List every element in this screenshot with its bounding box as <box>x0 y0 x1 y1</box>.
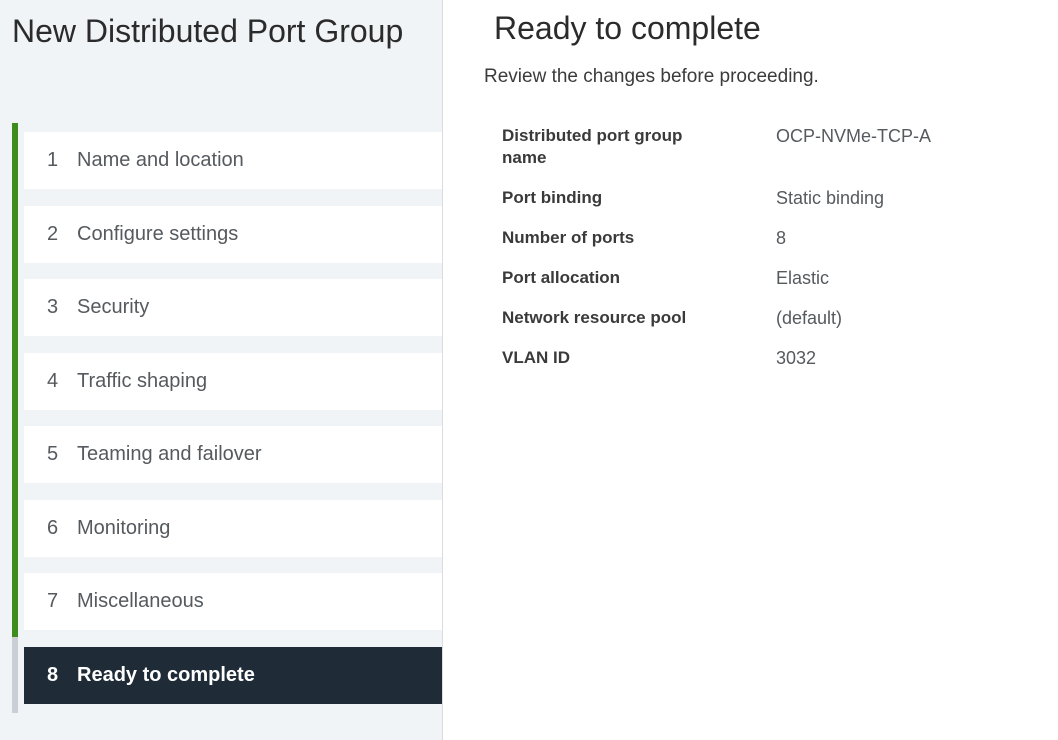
step-miscellaneous[interactable]: 7 Miscellaneous <box>24 573 442 630</box>
step-name-and-location[interactable]: 1 Name and location <box>24 132 442 189</box>
summary-label: Port allocation <box>502 268 621 287</box>
summary-row-network-resource-pool: Network resource pool (default) <box>502 307 1042 329</box>
step-teaming-and-failover[interactable]: 5 Teaming and failover <box>24 426 442 483</box>
step-number: 2 <box>47 223 59 245</box>
wizard-content: Ready to complete Review the changes bef… <box>444 0 1058 740</box>
summary-label: Network resource pool <box>502 308 687 327</box>
summary-value: 8 <box>776 228 787 248</box>
step-number: 8 <box>47 664 59 686</box>
step-label: Miscellaneous <box>77 590 204 612</box>
step-number: 4 <box>47 370 59 392</box>
summary-value: 3032 <box>776 348 817 368</box>
step-number: 6 <box>47 517 59 539</box>
progress-indicator-remaining <box>12 637 18 713</box>
step-label: Ready to complete <box>77 664 255 686</box>
step-label: Name and location <box>77 149 244 171</box>
summary-list: Distributed port group name OCP-NVMe-TCP… <box>502 125 1042 387</box>
step-label: Configure settings <box>77 223 239 245</box>
step-configure-settings[interactable]: 2 Configure settings <box>24 206 442 263</box>
step-number: 7 <box>47 590 59 612</box>
step-label: Monitoring <box>77 517 171 539</box>
summary-row-port-allocation: Port allocation Elastic <box>502 267 1042 289</box>
step-number: 1 <box>47 149 59 171</box>
step-number: 3 <box>47 296 59 318</box>
summary-label: Port binding <box>502 188 603 207</box>
step-label: Traffic shaping <box>77 370 208 392</box>
step-number: 5 <box>47 443 59 465</box>
progress-indicator <box>12 123 18 637</box>
step-label: Security <box>77 296 150 318</box>
summary-value: OCP-NVMe-TCP-A <box>776 126 932 146</box>
summary-row-port-binding: Port binding Static binding <box>502 187 1042 209</box>
wizard-sidebar: New Distributed Port Group 1 Name and lo… <box>0 0 443 740</box>
summary-value: Elastic <box>776 268 830 288</box>
summary-label: VLAN ID <box>502 348 570 367</box>
step-label: Teaming and failover <box>77 443 262 465</box>
summary-label: Number of ports <box>502 228 635 247</box>
summary-row-vlan-id: VLAN ID 3032 <box>502 347 1042 369</box>
summary-value: Static binding <box>776 188 885 208</box>
summary-value: (default) <box>776 308 843 328</box>
summary-row-number-of-ports: Number of ports 8 <box>502 227 1042 249</box>
summary-label: Distributed port group name <box>502 126 683 167</box>
step-ready-to-complete[interactable]: 8 Ready to complete <box>24 647 442 704</box>
step-monitoring[interactable]: 6 Monitoring <box>24 500 442 557</box>
page-title: Ready to complete <box>494 10 761 46</box>
wizard-title: New Distributed Port Group <box>12 13 404 49</box>
step-security[interactable]: 3 Security <box>24 279 442 336</box>
page-subtitle: Review the changes before proceeding. <box>484 66 819 87</box>
summary-row-port-group-name: Distributed port group name OCP-NVMe-TCP… <box>502 125 1042 169</box>
step-traffic-shaping[interactable]: 4 Traffic shaping <box>24 353 442 410</box>
